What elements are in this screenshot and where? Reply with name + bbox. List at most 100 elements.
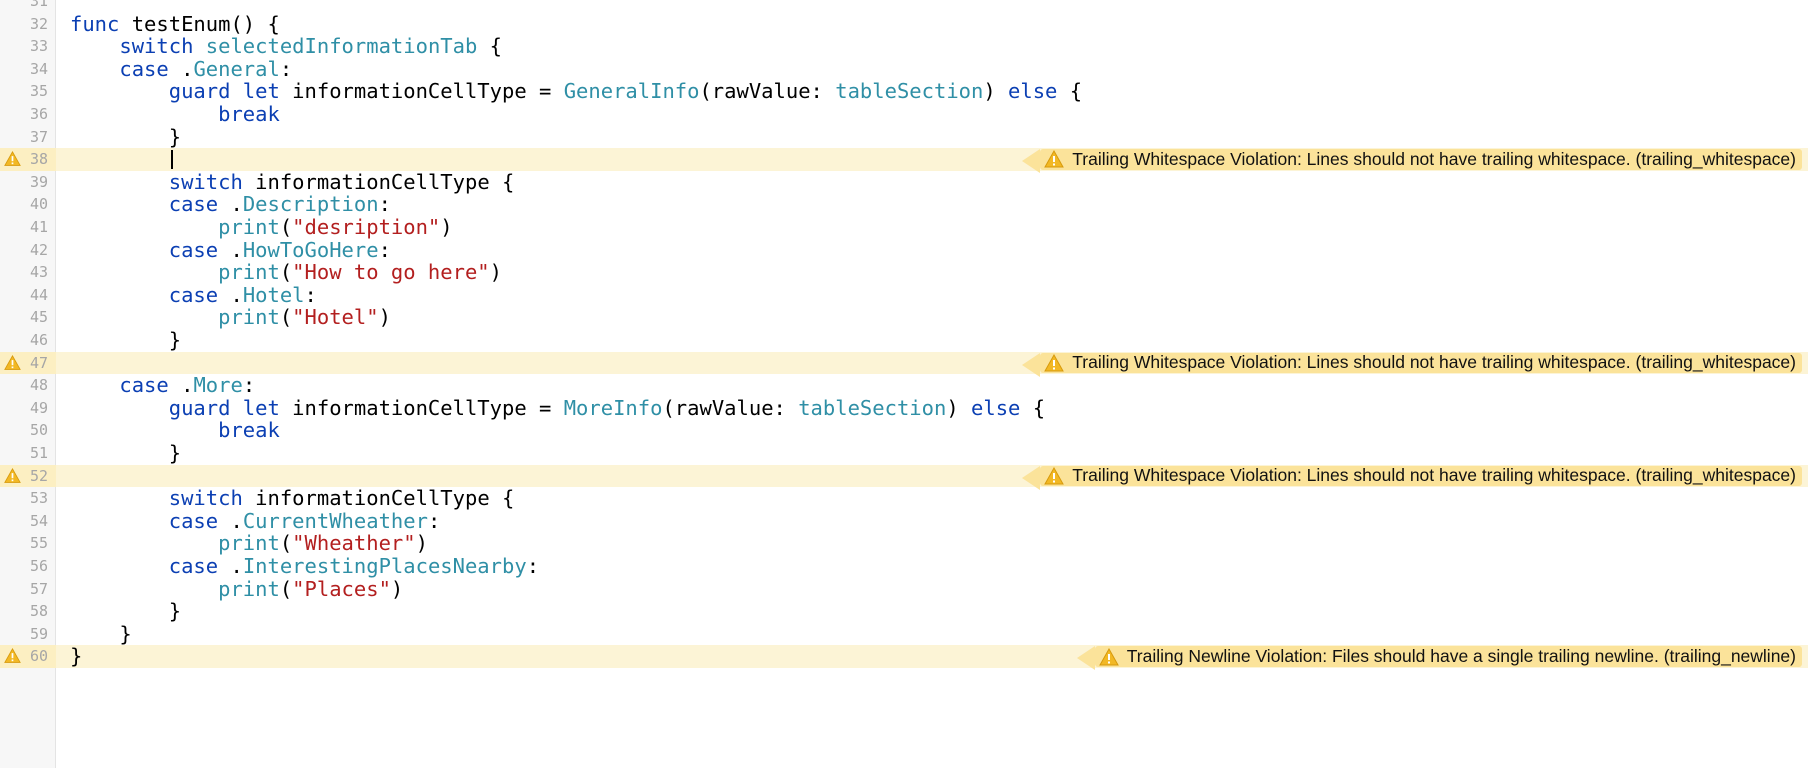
- code-line[interactable]: 52 Trailing Whitespace Violation: Lines …: [0, 464, 1808, 490]
- code-text[interactable]: }: [70, 125, 181, 149]
- code-text[interactable]: }: [70, 600, 181, 623]
- code-line[interactable]: 60} Trailing Newline Violation: Files sh…: [0, 645, 1808, 670]
- code-token: case: [168, 508, 231, 533]
- code-token: Hotel: [242, 282, 305, 307]
- code-text[interactable]: case .Description:: [70, 193, 391, 216]
- code-text[interactable]: print("Hotel"): [70, 306, 391, 329]
- code-token: testEnum() {: [131, 11, 280, 36]
- code-token: (: [279, 215, 293, 239]
- code-text[interactable]: guard let informationCellType = GeneralI…: [70, 80, 1082, 103]
- code-text[interactable]: case .Hotel:: [70, 282, 317, 307]
- code-editor[interactable]: 31 32 func testEnum() {33 switch selectedI…: [0, 0, 1808, 768]
- code-token: "How to go here": [292, 260, 490, 285]
- code-token: ): [983, 79, 1009, 104]
- code-token: case: [168, 554, 231, 578]
- warning-message-badge[interactable]: Trailing Whitespace Violation: Lines sho…: [1022, 352, 1802, 377]
- code-line[interactable]: 35 guard let informationCellType = Gener…: [0, 80, 1808, 103]
- line-number: 57: [29, 579, 48, 598]
- code-line[interactable]: 32 func testEnum() {: [0, 11, 1808, 36]
- code-line[interactable]: 56 case .InterestingPlacesNearby:: [0, 555, 1808, 578]
- code-line[interactable]: 39 switch informationCellType {: [0, 170, 1808, 194]
- code-line[interactable]: 37 }: [0, 125, 1808, 149]
- code-text[interactable]: print("Places"): [70, 576, 403, 601]
- code-text[interactable]: break: [70, 419, 280, 442]
- code-line[interactable]: 44 case .Hotel:: [0, 282, 1808, 307]
- code-line[interactable]: 59 }: [0, 622, 1808, 646]
- line-background: [56, 623, 1808, 646]
- code-token: }: [70, 328, 182, 352]
- text-cursor: [171, 150, 173, 169]
- code-text[interactable]: func testEnum() {: [70, 11, 280, 36]
- code-line[interactable]: 43 print("How to go here"): [0, 261, 1808, 284]
- code-line[interactable]: 48 case .More:: [0, 374, 1808, 397]
- code-line[interactable]: 51 }: [0, 442, 1808, 465]
- code-line[interactable]: 41 print("desription"): [0, 216, 1808, 239]
- line-number: 41: [29, 218, 48, 236]
- warning-message-badge[interactable]: Trailing Whitespace Violation: Lines sho…: [1022, 465, 1802, 490]
- code-text[interactable]: case .More:: [70, 374, 255, 397]
- code-token: :: [427, 508, 441, 533]
- code-token: (rawValue:: [699, 79, 836, 104]
- code-text[interactable]: print("desription"): [70, 216, 453, 239]
- code-token: :: [279, 56, 293, 81]
- code-token: .: [181, 373, 194, 398]
- line-number: 48: [29, 376, 48, 395]
- code-line[interactable]: 45 print("Hotel"): [0, 306, 1808, 329]
- line-background: [56, 58, 1808, 81]
- code-text[interactable]: case .HowToGoHere:: [70, 237, 391, 262]
- code-token: else: [971, 395, 1021, 420]
- line-number: 42: [29, 240, 48, 259]
- code-line[interactable]: 50 break: [0, 419, 1808, 442]
- code-line[interactable]: 55 print("Wheather"): [0, 532, 1808, 555]
- code-token: {: [477, 34, 502, 59]
- line-number: 56: [29, 557, 48, 575]
- line-number: 49: [29, 398, 48, 417]
- code-text[interactable]: switch informationCellType {: [70, 170, 515, 194]
- code-token: InterestingPlacesNearby: [242, 554, 527, 578]
- code-text[interactable]: guard let informationCellType = MoreInfo…: [70, 395, 1045, 420]
- code-token: }: [70, 644, 83, 669]
- code-text[interactable]: switch informationCellType {: [70, 487, 515, 510]
- warning-message-badge[interactable]: Trailing Newline Violation: Files should…: [1076, 646, 1802, 670]
- code-text[interactable]: switch selectedInformationTab {: [70, 35, 502, 58]
- code-text[interactable]: }: [70, 622, 131, 646]
- code-token: selectedInformationTab: [205, 34, 478, 59]
- code-line[interactable]: 54 case .CurrentWheather:: [0, 508, 1808, 533]
- code-line[interactable]: 49 guard let informationCellType = MoreI…: [0, 395, 1808, 420]
- code-token: case: [168, 237, 231, 262]
- code-line[interactable]: 47 Trailing Whitespace Violation: Lines …: [0, 351, 1808, 377]
- line-background: [56, 374, 1808, 397]
- code-text[interactable]: break: [70, 103, 280, 126]
- code-text[interactable]: case .InterestingPlacesNearby:: [70, 555, 539, 578]
- code-text[interactable]: print("Wheather"): [70, 532, 428, 555]
- code-text[interactable]: print("How to go here"): [70, 261, 502, 284]
- code-line[interactable]: 42 case .HowToGoHere:: [0, 237, 1808, 262]
- code-token: }: [70, 441, 182, 465]
- code-text[interactable]: }: [70, 645, 82, 668]
- line-number: 54: [29, 511, 48, 530]
- code-token: ): [440, 215, 453, 239]
- code-token: ): [415, 531, 428, 556]
- code-line[interactable]: 34 case .General:: [0, 56, 1808, 81]
- code-line[interactable]: 53 switch informationCellType {: [0, 487, 1808, 510]
- code-line[interactable]: 36 break: [0, 103, 1808, 126]
- code-token: "Places": [292, 576, 391, 601]
- code-line[interactable]: 46 }: [0, 329, 1808, 352]
- code-text[interactable]: }: [70, 329, 181, 352]
- code-text[interactable]: }: [70, 442, 181, 465]
- line-number: 34: [29, 59, 48, 78]
- code-line[interactable]: 57 print("Places"): [0, 576, 1808, 601]
- code-token: break: [218, 418, 280, 443]
- code-text[interactable]: case .CurrentWheather:: [70, 508, 441, 533]
- line-number: 37: [29, 127, 48, 146]
- code-line[interactable]: 33 switch selectedInformationTab {: [0, 35, 1808, 58]
- code-line[interactable]: 40 case .Description:: [0, 193, 1808, 216]
- code-line[interactable]: 58 }: [0, 600, 1808, 623]
- code-text[interactable]: case .General:: [70, 56, 293, 81]
- warning-message-badge[interactable]: Trailing Whitespace Violation: Lines sho…: [1022, 149, 1802, 173]
- code-line[interactable]: 38 Trailing Whitespace Violation: Lines …: [0, 148, 1808, 173]
- code-token: print: [218, 576, 280, 601]
